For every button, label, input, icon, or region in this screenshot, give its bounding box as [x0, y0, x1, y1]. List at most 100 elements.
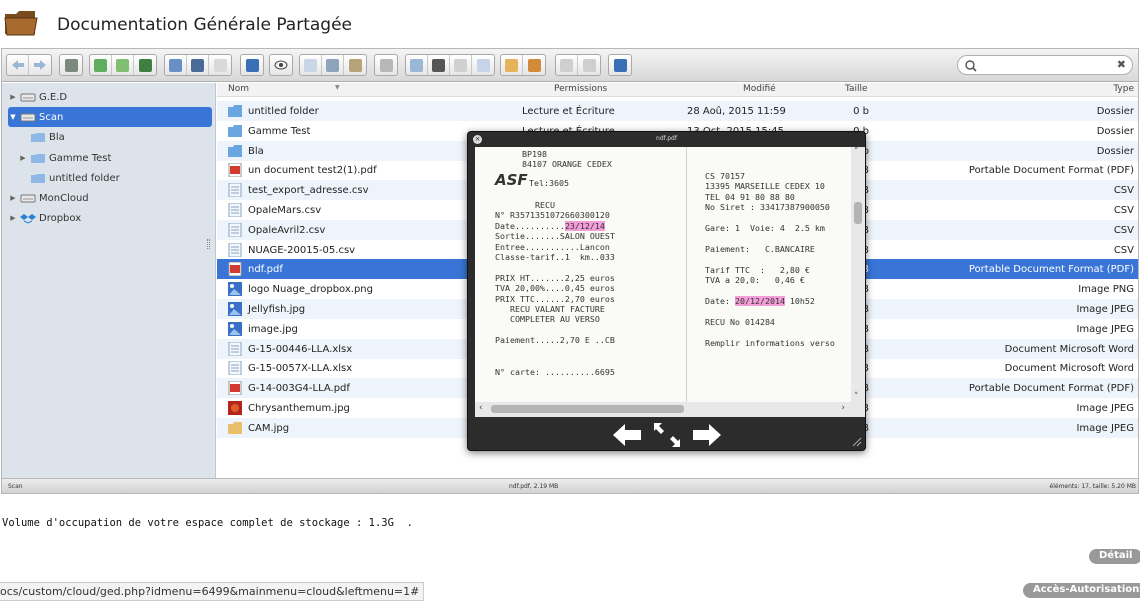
chevron-right-icon[interactable]: ▶: [8, 93, 18, 101]
clear-icon[interactable]: ✖: [1117, 58, 1126, 71]
tree-item[interactable]: untitled folder: [18, 168, 212, 188]
select-button[interactable]: [209, 55, 231, 75]
scissors-icon: [326, 58, 339, 72]
chevron-right-icon[interactable]: ▶: [8, 214, 18, 222]
extract-button[interactable]: [501, 55, 523, 75]
app-header: Documentation Générale Partagée: [0, 0, 1140, 48]
info-button[interactable]: [241, 55, 263, 75]
receipt-left-body: RECU N° R3571351072660300120 Date.......…: [495, 200, 615, 377]
table-row[interactable]: untitled folder Lecture et Écriture 28 Aoû…: [217, 101, 1138, 121]
highlighted-date: 23/12/14: [564, 220, 605, 231]
tree-item-label: Bla: [49, 131, 65, 143]
copy-button[interactable]: [300, 55, 322, 75]
paste-button[interactable]: [344, 55, 366, 75]
tree-item[interactable]: Bla: [18, 127, 212, 147]
sidebar: ▶ G.E.D ▼ Scan Bla ▶ Gamme Test untitled folder…: [2, 83, 216, 478]
new-file-button[interactable]: [112, 55, 134, 75]
save-as-button[interactable]: [187, 55, 209, 75]
column-type[interactable]: Type: [1113, 84, 1134, 94]
tree-item[interactable]: ▼ Scan: [8, 107, 212, 127]
preview-button[interactable]: [270, 55, 292, 75]
file-name: NUAGE-20015-05.csv: [248, 244, 356, 256]
chevron-left-icon[interactable]: ‹: [479, 403, 483, 413]
chevron-right-icon[interactable]: ▶: [8, 194, 18, 202]
tree-item[interactable]: ▶ Gamme Test: [18, 148, 212, 168]
search-input[interactable]: ✖: [957, 55, 1133, 75]
horizontal-scrollbar[interactable]: ‹ ›: [475, 402, 865, 417]
duplicate-button[interactable]: [406, 55, 428, 75]
arrow-left-icon: [11, 60, 24, 70]
crop-button[interactable]: [428, 55, 450, 75]
tree-item-label: Dropbox: [39, 212, 82, 224]
document-icon: [228, 183, 242, 198]
receipt-text: Date:: [705, 295, 735, 306]
open-button[interactable]: [90, 55, 112, 75]
close-icon[interactable]: ×: [473, 135, 482, 144]
layout-group: [555, 54, 601, 76]
receipt-text: TVA a 20,0: 0,46 €: [705, 275, 805, 286]
column-name[interactable]: Nom: [228, 84, 249, 94]
icons-view-button[interactable]: [556, 55, 578, 75]
home-button[interactable]: [60, 55, 82, 75]
nav-group: [6, 54, 52, 76]
tree-item-label: untitled folder: [49, 172, 120, 184]
file-modified: 28 Aoû, 2015 11:59: [687, 106, 786, 117]
receipt-text: Paiement: C.BANCAIRE: [705, 243, 815, 254]
edit-button[interactable]: [450, 55, 472, 75]
image-icon: [228, 282, 242, 297]
resize-grip-icon[interactable]: [852, 437, 862, 447]
document-icon: [228, 242, 242, 257]
column-size[interactable]: Taille: [845, 84, 868, 94]
home-group: [59, 54, 83, 76]
rename-button[interactable]: [375, 55, 397, 75]
save-button[interactable]: [134, 55, 156, 75]
receipt-text: Classe-tarif..1 km..033: [495, 252, 615, 263]
status-summary: éléments: 17, taille: 5.20 MB: [1049, 483, 1136, 490]
help-button[interactable]: [609, 55, 631, 75]
chevron-down-icon[interactable]: ˅: [854, 392, 859, 402]
cut-button[interactable]: [322, 55, 344, 75]
column-permissions[interactable]: Permissions: [554, 84, 607, 94]
chevron-right-icon[interactable]: ▶: [18, 154, 28, 162]
receipt-text: BP198: [522, 149, 547, 159]
archive-icon: [505, 58, 518, 72]
vertical-scrollbar[interactable]: ˄ ˅: [851, 147, 865, 402]
chevron-down-icon[interactable]: ▼: [8, 113, 18, 121]
receipt-text: TVA 20,00%....0,45 euros: [495, 283, 615, 294]
tree-item[interactable]: ▶ G.E.D: [8, 87, 212, 107]
splitter-handle[interactable]: [207, 239, 210, 249]
chevron-up-icon[interactable]: ˄: [854, 147, 859, 157]
compress-button[interactable]: [523, 55, 545, 75]
list-icon: [582, 58, 596, 72]
detail-button[interactable]: Détail: [1089, 549, 1140, 564]
forward-button[interactable]: [29, 55, 51, 75]
file-name: Bla: [248, 145, 264, 157]
chevron-right-icon[interactable]: ›: [841, 403, 845, 413]
resize-button[interactable]: [472, 55, 494, 75]
archive-group: [500, 54, 546, 76]
fullscreen-icon[interactable]: [651, 421, 683, 449]
scroll-thumb[interactable]: [854, 202, 862, 224]
file-name: Jellyfish.jpg: [248, 304, 306, 315]
receipt-text: Tarif TTC : 2,80 €: [705, 264, 810, 275]
next-arrow-icon[interactable]: [691, 421, 723, 449]
list-header: Nom ▼ Permissions Modifié Taille Type: [217, 83, 1138, 97]
file-name: un document test2(1).pdf: [248, 165, 377, 177]
upload-button[interactable]: [165, 55, 187, 75]
folder-icon: [31, 173, 45, 183]
column-modified[interactable]: Modifié: [743, 84, 776, 94]
document-icon: [228, 341, 242, 356]
sort-arrow-icon: ▼: [335, 84, 340, 91]
tree-item[interactable]: ▶ MonCloud: [8, 188, 212, 208]
file-type: CSV: [1113, 224, 1134, 236]
drive-icon: [20, 194, 36, 202]
scroll-thumb[interactable]: [491, 405, 684, 413]
previous-arrow-icon[interactable]: [611, 421, 643, 449]
list-view-button[interactable]: [578, 55, 600, 75]
copy-icon: [304, 58, 317, 72]
back-button[interactable]: [7, 55, 29, 75]
access-authorizations-button[interactable]: Accès-Autorisations: [1023, 583, 1140, 598]
tree-item[interactable]: ▶ Dropbox: [8, 208, 212, 228]
pdf-icon: [228, 262, 242, 277]
file-type: CSV: [1113, 205, 1134, 216]
